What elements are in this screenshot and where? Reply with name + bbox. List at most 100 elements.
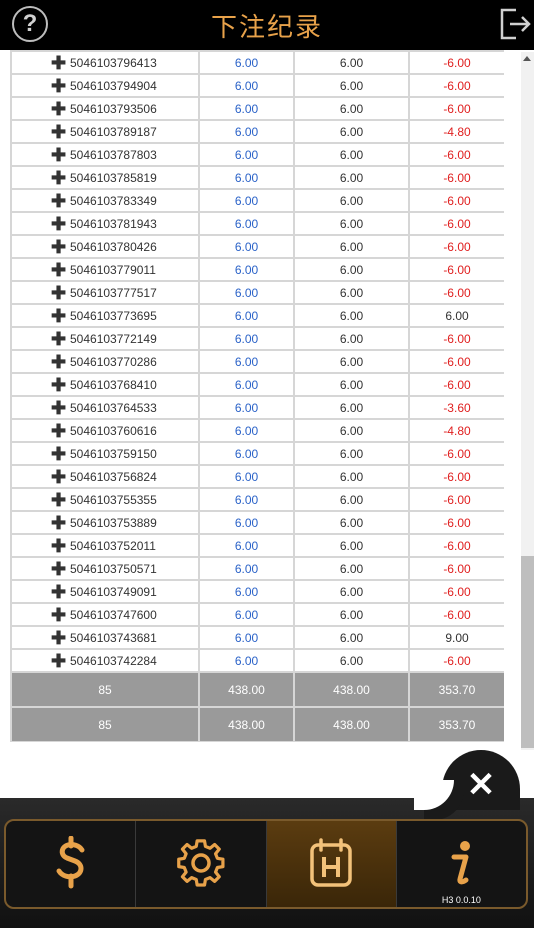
- expand-plus-icon[interactable]: ✚: [51, 537, 66, 555]
- table-row[interactable]: ✚ 5046103773695 6.00 6.00 6.00: [10, 303, 504, 328]
- table-row[interactable]: ✚ 5046103760616 6.00 6.00 -4.80: [10, 418, 504, 443]
- table-row[interactable]: ✚ 5046103787803 6.00 6.00 -6.00: [10, 142, 504, 167]
- bet-id-cell[interactable]: ✚ 5046103755355: [10, 487, 200, 512]
- win-loss: -6.00: [408, 165, 504, 190]
- bet-id-cell[interactable]: ✚ 5046103759150: [10, 441, 200, 466]
- expand-plus-icon[interactable]: ✚: [51, 77, 66, 95]
- bet-id-cell[interactable]: ✚ 5046103742284: [10, 648, 200, 673]
- scroll-up-arrow-icon[interactable]: [523, 56, 531, 61]
- bet-id-cell[interactable]: ✚ 5046103749091: [10, 579, 200, 604]
- close-button[interactable]: ✕: [462, 766, 500, 804]
- expand-plus-icon[interactable]: ✚: [51, 491, 66, 509]
- expand-plus-icon[interactable]: ✚: [51, 192, 66, 210]
- bet-id-cell[interactable]: ✚ 5046103770286: [10, 349, 200, 374]
- expand-plus-icon[interactable]: ✚: [51, 629, 66, 647]
- expand-plus-icon[interactable]: ✚: [51, 261, 66, 279]
- expand-plus-icon[interactable]: ✚: [51, 307, 66, 325]
- expand-plus-icon[interactable]: ✚: [51, 583, 66, 601]
- expand-plus-icon[interactable]: ✚: [51, 284, 66, 302]
- nav-item-balance[interactable]: [6, 821, 137, 907]
- table-row[interactable]: ✚ 5046103749091 6.00 6.00 -6.00: [10, 579, 504, 604]
- table-row[interactable]: ✚ 5046103794904 6.00 6.00 -6.00: [10, 73, 504, 98]
- bet-id-cell[interactable]: ✚ 5046103752011: [10, 533, 200, 558]
- bet-id-cell[interactable]: ✚ 5046103777517: [10, 280, 200, 305]
- expand-plus-icon[interactable]: ✚: [51, 215, 66, 233]
- dollar-icon: [56, 836, 85, 889]
- bet-id-cell[interactable]: ✚ 5046103747600: [10, 602, 200, 627]
- valid-bet: 6.00: [293, 579, 410, 604]
- table-row[interactable]: ✚ 5046103753889 6.00 6.00 -6.00: [10, 510, 504, 535]
- table-row[interactable]: ✚ 5046103779011 6.00 6.00 -6.00: [10, 257, 504, 282]
- table-row[interactable]: ✚ 5046103750571 6.00 6.00 -6.00: [10, 556, 504, 581]
- expand-plus-icon[interactable]: ✚: [51, 330, 66, 348]
- bet-id-cell[interactable]: ✚ 5046103785819: [10, 165, 200, 190]
- table-row[interactable]: ✚ 5046103772149 6.00 6.00 -6.00: [10, 326, 504, 351]
- bet-id-cell[interactable]: ✚ 5046103793506: [10, 96, 200, 121]
- help-button[interactable]: ?: [12, 6, 48, 42]
- bet-id-cell[interactable]: ✚ 5046103753889: [10, 510, 200, 535]
- expand-plus-icon[interactable]: ✚: [51, 146, 66, 164]
- expand-plus-icon[interactable]: ✚: [51, 376, 66, 394]
- bet-id-cell[interactable]: ✚ 5046103768410: [10, 372, 200, 397]
- bet-id-cell[interactable]: ✚ 5046103796413: [10, 50, 200, 75]
- bet-id-cell[interactable]: ✚ 5046103756824: [10, 464, 200, 489]
- valid-bet: 6.00: [293, 556, 410, 581]
- bet-id-cell[interactable]: ✚ 5046103787803: [10, 142, 200, 167]
- expand-plus-icon[interactable]: ✚: [51, 445, 66, 463]
- table-row[interactable]: ✚ 5046103752011 6.00 6.00 -6.00: [10, 533, 504, 558]
- table-row[interactable]: ✚ 5046103793506 6.00 6.00 -6.00: [10, 96, 504, 121]
- table-row[interactable]: ✚ 5046103756824 6.00 6.00 -6.00: [10, 464, 504, 489]
- bet-id-cell[interactable]: ✚ 5046103772149: [10, 326, 200, 351]
- scrollbar-thumb[interactable]: [521, 556, 534, 748]
- bet-id-cell[interactable]: ✚ 5046103779011: [10, 257, 200, 282]
- table-row[interactable]: ✚ 5046103764533 6.00 6.00 -3.60: [10, 395, 504, 420]
- expand-plus-icon[interactable]: ✚: [51, 399, 66, 417]
- bet-amount: 6.00: [198, 211, 295, 236]
- bet-amount: 6.00: [198, 142, 295, 167]
- expand-plus-icon[interactable]: ✚: [51, 422, 66, 440]
- table-row[interactable]: ✚ 5046103796413 6.00 6.00 -6.00: [10, 50, 504, 75]
- bet-id-cell[interactable]: ✚ 5046103764533: [10, 395, 200, 420]
- table-row[interactable]: ✚ 5046103770286 6.00 6.00 -6.00: [10, 349, 504, 374]
- expand-plus-icon[interactable]: ✚: [51, 123, 66, 141]
- bet-id-cell[interactable]: ✚ 5046103780426: [10, 234, 200, 259]
- expand-plus-icon[interactable]: ✚: [51, 606, 66, 624]
- bet-id-cell[interactable]: ✚ 5046103750571: [10, 556, 200, 581]
- bet-amount: 6.00: [198, 418, 295, 443]
- expand-plus-icon[interactable]: ✚: [51, 238, 66, 256]
- win-loss: -6.00: [408, 487, 504, 512]
- table-row[interactable]: ✚ 5046103768410 6.00 6.00 -6.00: [10, 372, 504, 397]
- expand-plus-icon[interactable]: ✚: [51, 514, 66, 532]
- bet-id-cell[interactable]: ✚ 5046103781943: [10, 211, 200, 236]
- table-row[interactable]: ✚ 5046103777517 6.00 6.00 -6.00: [10, 280, 504, 305]
- expand-plus-icon[interactable]: ✚: [51, 54, 66, 72]
- expand-plus-icon[interactable]: ✚: [51, 652, 66, 670]
- table-row[interactable]: ✚ 5046103789187 6.00 6.00 -4.80: [10, 119, 504, 144]
- win-loss: -6.00: [408, 280, 504, 305]
- expand-plus-icon[interactable]: ✚: [51, 560, 66, 578]
- bet-id-cell[interactable]: ✚ 5046103760616: [10, 418, 200, 443]
- bet-id-cell[interactable]: ✚ 5046103783349: [10, 188, 200, 213]
- expand-plus-icon[interactable]: ✚: [51, 169, 66, 187]
- expand-plus-icon[interactable]: ✚: [51, 100, 66, 118]
- bet-id-cell[interactable]: ✚ 5046103794904: [10, 73, 200, 98]
- table-row[interactable]: ✚ 5046103781943 6.00 6.00 -6.00: [10, 211, 504, 236]
- table-row[interactable]: ✚ 5046103759150 6.00 6.00 -6.00: [10, 441, 504, 466]
- expand-plus-icon[interactable]: ✚: [51, 353, 66, 371]
- table-row[interactable]: ✚ 5046103747600 6.00 6.00 -6.00: [10, 602, 504, 627]
- table-row[interactable]: ✚ 5046103780426 6.00 6.00 -6.00: [10, 234, 504, 259]
- table-row[interactable]: ✚ 5046103785819 6.00 6.00 -6.00: [10, 165, 504, 190]
- bet-id-cell[interactable]: ✚ 5046103743681: [10, 625, 200, 650]
- expand-plus-icon[interactable]: ✚: [51, 468, 66, 486]
- nav-item-info[interactable]: H3 0.0.10: [397, 821, 526, 907]
- table-row[interactable]: ✚ 5046103783349 6.00 6.00 -6.00: [10, 188, 504, 213]
- exit-button[interactable]: [496, 6, 532, 42]
- nav-item-history[interactable]: [266, 821, 397, 907]
- bet-id-cell[interactable]: ✚ 5046103773695: [10, 303, 200, 328]
- gear-icon: [177, 839, 225, 887]
- bet-id-cell[interactable]: ✚ 5046103789187: [10, 119, 200, 144]
- table-row[interactable]: ✚ 5046103742284 6.00 6.00 -6.00: [10, 648, 504, 673]
- table-row[interactable]: ✚ 5046103743681 6.00 6.00 9.00: [10, 625, 504, 650]
- table-row[interactable]: ✚ 5046103755355 6.00 6.00 -6.00: [10, 487, 504, 512]
- nav-item-settings[interactable]: [136, 821, 267, 907]
